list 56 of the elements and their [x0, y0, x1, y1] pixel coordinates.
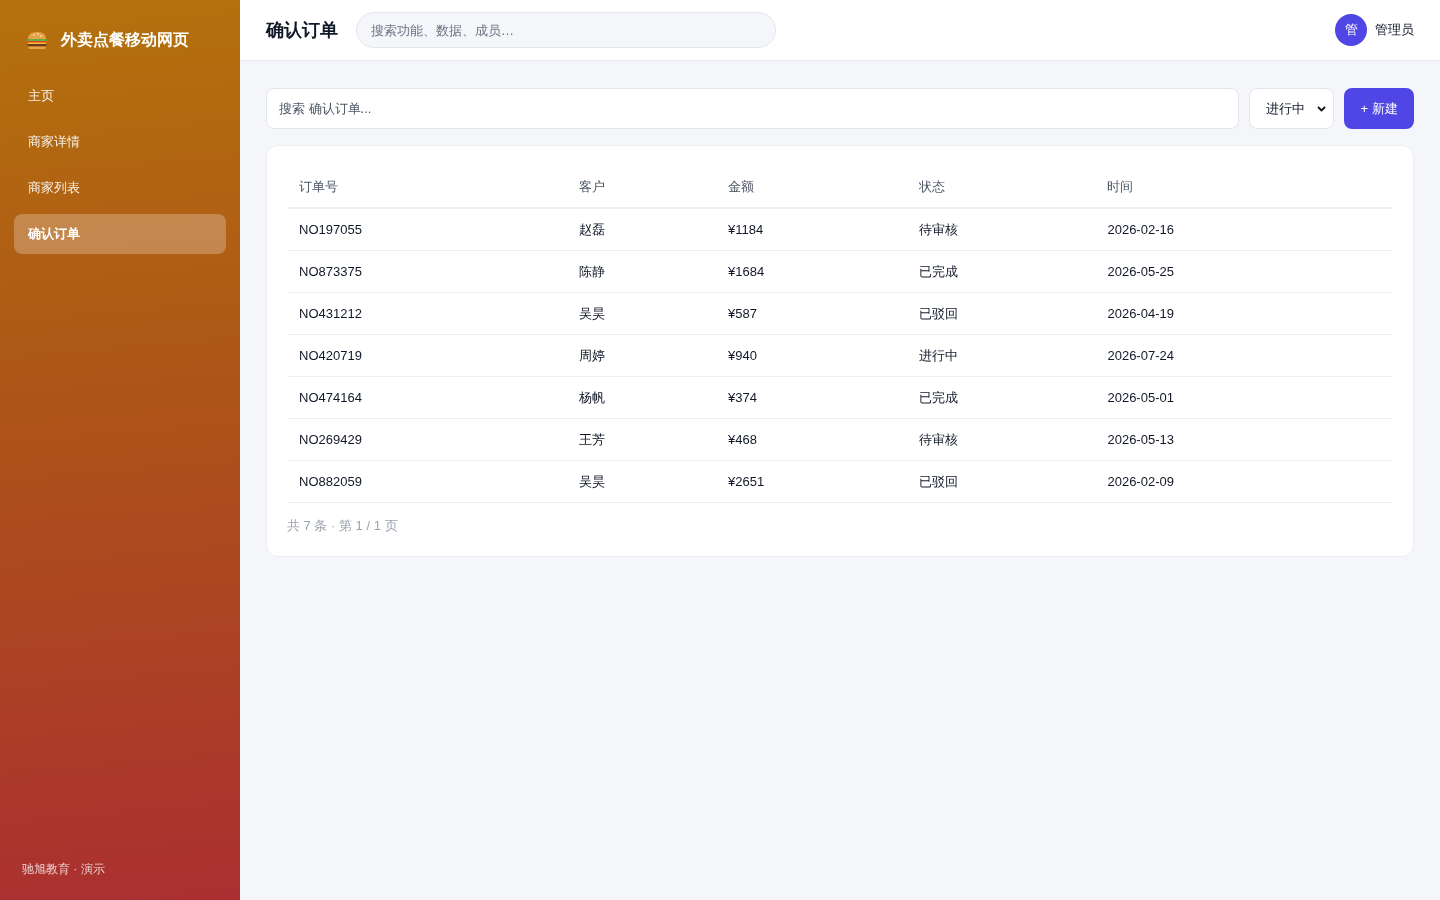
- column-header: 状态: [907, 166, 1096, 208]
- table-cell: 2026-04-19: [1095, 292, 1393, 335]
- table-cell: 2026-05-25: [1095, 250, 1393, 293]
- column-header: 订单号: [287, 166, 567, 208]
- sidebar-item[interactable]: 主页: [14, 76, 226, 116]
- table-cell: ¥2651: [716, 460, 908, 503]
- table-cell: 2026-02-09: [1095, 460, 1393, 503]
- table-cell: 待审核: [907, 208, 1096, 251]
- table-cell: ¥1684: [716, 250, 908, 293]
- table-cell: ¥587: [716, 292, 908, 335]
- table-cell: ¥1184: [716, 208, 908, 251]
- table-cell: 陈静: [566, 250, 717, 293]
- table-cell: 2026-05-13: [1095, 418, 1393, 461]
- table-cell: NO474164: [287, 376, 567, 419]
- table-cell: 杨帆: [566, 376, 717, 419]
- table-cell: NO197055: [287, 208, 567, 251]
- table-cell: NO431212: [287, 292, 567, 335]
- table-cell: 2026-05-01: [1095, 376, 1393, 419]
- pagination-text: 共 7 条 · 第 1 / 1 页: [287, 517, 399, 535]
- table-cell: 已完成: [907, 376, 1096, 419]
- sidebar-item[interactable]: 商家列表: [14, 168, 226, 208]
- table-cell: 已驳回: [907, 292, 1096, 335]
- global-search-field[interactable]: 搜索功能、数据、成员…: [356, 12, 776, 48]
- burger-icon: [26, 30, 48, 50]
- user-avatar[interactable]: 管: [1335, 14, 1367, 46]
- new-button[interactable]: + 新建: [1344, 88, 1414, 129]
- table-cell: 待审核: [907, 418, 1096, 461]
- column-header: 金额: [716, 166, 908, 208]
- table-cell: 王芳: [566, 418, 717, 461]
- caret-icon: [1317, 105, 1326, 112]
- sidebar-item[interactable]: 商家详情: [14, 122, 226, 162]
- table-cell: 周婷: [566, 334, 717, 377]
- sidebar-footer-text: 驰旭教育 · 演示: [21, 861, 106, 878]
- user-name: 管理员: [1375, 21, 1414, 39]
- sidebar-item[interactable]: 确认订单: [14, 214, 226, 254]
- search-field[interactable]: 搜索 确认订单...: [266, 88, 1239, 129]
- table-cell: 2026-02-16: [1095, 208, 1393, 251]
- table-cell: 2026-07-24: [1095, 334, 1393, 377]
- table-cell: NO873375: [287, 250, 567, 293]
- table-cell: NO420719: [287, 334, 567, 377]
- table-cell: NO882059: [287, 460, 567, 503]
- app-title: 外卖点餐移动网页: [61, 29, 189, 50]
- status-dropdown[interactable]: 进行中: [1249, 88, 1334, 129]
- page-title: 确认订单: [266, 19, 338, 42]
- table-cell: NO269429: [287, 418, 567, 461]
- table-cell: ¥940: [716, 334, 908, 377]
- column-header: 客户: [566, 166, 717, 208]
- table-cell: 已驳回: [907, 460, 1096, 503]
- table-cell: 进行中: [907, 334, 1096, 377]
- table-cell: 吴昊: [566, 460, 717, 503]
- table-cell: 赵磊: [566, 208, 717, 251]
- column-header: 时间: [1095, 166, 1393, 208]
- table-cell: ¥468: [716, 418, 908, 461]
- table-cell: 吴昊: [566, 292, 717, 335]
- table-cell: ¥374: [716, 376, 908, 419]
- table-cell: 已完成: [907, 250, 1096, 293]
